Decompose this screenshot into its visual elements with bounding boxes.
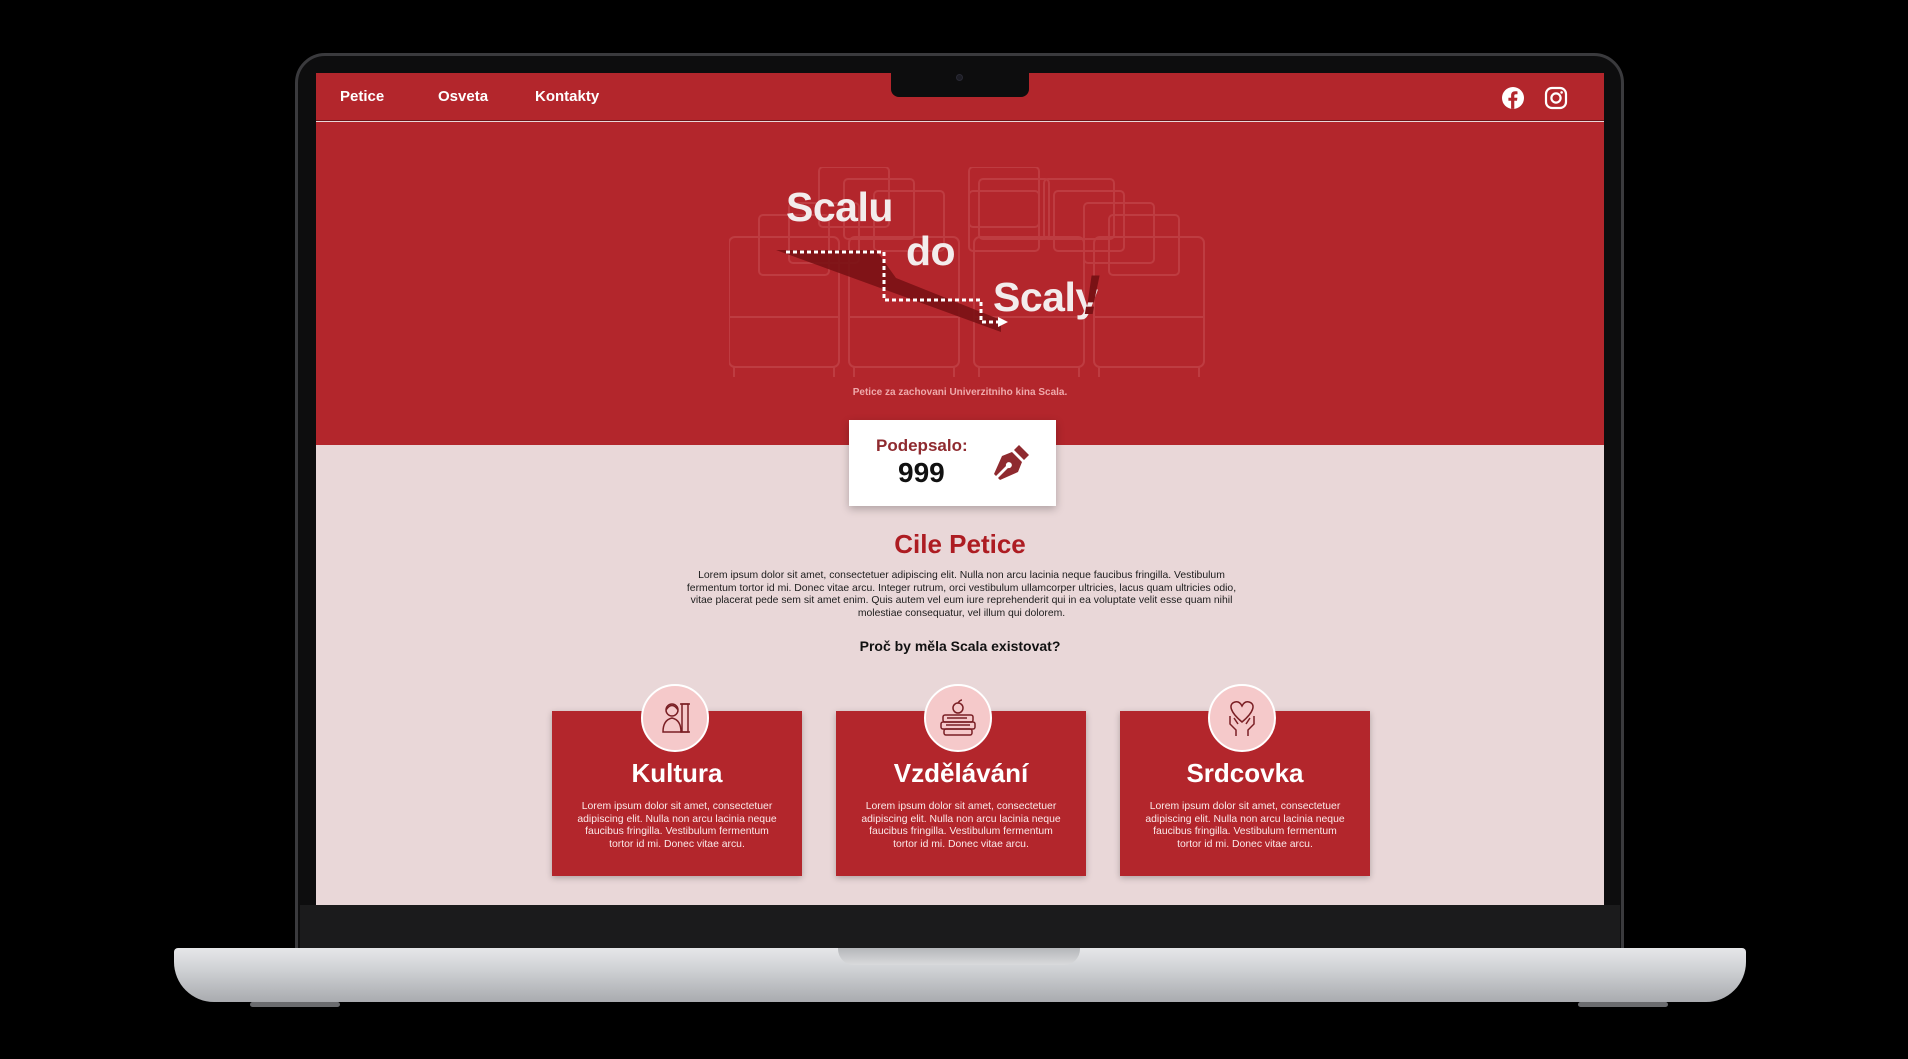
laptop-bezel [300,905,1620,949]
facebook-icon[interactable] [1501,86,1525,110]
nav-link-kontakty[interactable]: Kontakty [535,88,599,105]
hero-section: Scalu do Scaly ! Petice za zachovani Uni… [316,122,1604,445]
screen: Petice Osveta Kontakty Scalu do Scaly ! … [316,73,1604,905]
logo-word-do: do [906,228,956,274]
card-text: Lorem ipsum dolor sit amet, consectetuer… [577,801,777,850]
why-question: Proč by měla Scala existovat? [859,638,1061,654]
signature-counter-card: Podepsalo: 999 [849,420,1056,506]
card-text: Lorem ipsum dolor sit amet, consectetuer… [1145,801,1345,850]
goals-title: Cile Petice [894,529,1026,559]
books-apple-icon [924,684,992,752]
laptop-foot [1578,1002,1668,1007]
signature-label: Podepsalo: [876,436,968,455]
card-text: Lorem ipsum dolor sit amet, consectetuer… [861,801,1061,850]
bust-statue-icon [641,684,709,752]
logo-word-scalu: Scalu [786,184,893,230]
laptop-foot [250,1002,340,1007]
card-title: Srdcovka [1186,758,1304,788]
camera-icon [956,74,963,81]
signature-count: 999 [898,457,945,488]
nav-link-petice[interactable]: Petice [340,88,384,105]
pen-nib-icon [994,445,1029,480]
heart-hands-icon [1208,684,1276,752]
card-title: Vzdělávání [893,758,1029,788]
goals-text: Lorem ipsum dolor sit amet, consectetuer… [686,570,1237,619]
instagram-icon[interactable] [1544,86,1568,110]
hero-subtitle: Petice za zachovani Univerzitniho kina S… [852,387,1068,398]
nav-link-osveta[interactable]: Osveta [438,88,488,105]
card-title: Kultura [631,758,723,788]
laptop-opening-notch [838,948,1080,965]
